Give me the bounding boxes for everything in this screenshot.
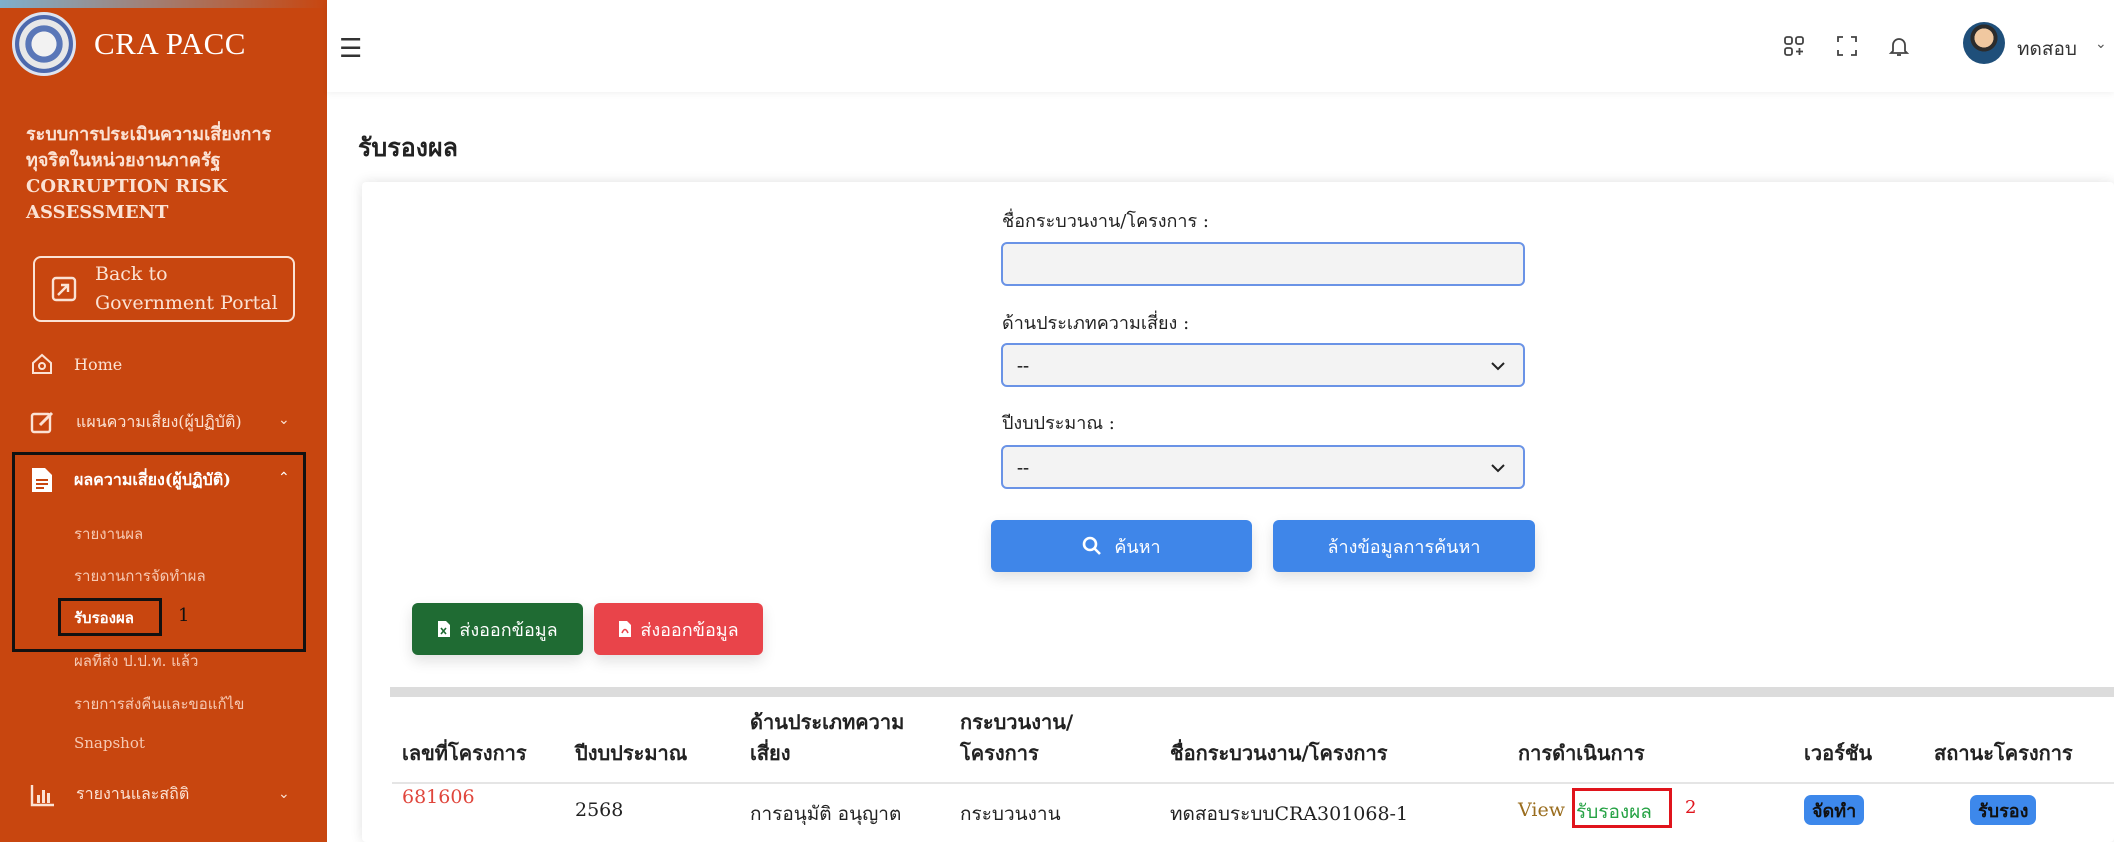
export-excel-label: ส่งออกข้อมูล: [459, 619, 558, 641]
fiscal-year-select[interactable]: --: [1001, 445, 1525, 489]
annotation-box-certify-link: [1572, 788, 1672, 828]
header-fiscal-year: ปีงบประมาณ: [575, 741, 688, 765]
project-name-input[interactable]: [1001, 242, 1525, 286]
export-pdf-label: ส่งออกข้อมูล: [640, 619, 739, 641]
pdf-file-icon: [619, 621, 632, 637]
header-process-line2: โครงการ: [960, 741, 1039, 765]
back-to-portal-line2: Government Portal: [95, 292, 278, 314]
annotation-number-1: 1: [178, 605, 190, 626]
excel-file-icon: [438, 621, 451, 637]
view-link[interactable]: View: [1518, 799, 1565, 821]
brand-name: CRA PACC: [94, 26, 246, 61]
back-to-portal-label: Back to Government Portal: [95, 260, 278, 318]
table-top-divider: [390, 687, 2114, 697]
chevron-down-icon: [1491, 362, 1505, 371]
top-bar: ☰ ทดสอบ ⌄: [327, 0, 2114, 92]
header-process-name: ชื่อกระบวนงาน/โครงการ: [1170, 741, 1388, 765]
sidebar-subitem-snapshot[interactable]: Snapshot: [74, 734, 145, 752]
sidebar-item-label: รายงานและสถิติ: [76, 784, 190, 803]
risk-type-label: ด้านประเภทความเสี่ยง :: [1002, 313, 1190, 334]
page-title: รับรองผล: [358, 133, 458, 162]
project-no-link[interactable]: 681606: [402, 786, 475, 808]
header-risk-type-line2: เสี่ยง: [750, 741, 791, 765]
export-excel-button[interactable]: ส่งออกข้อมูล: [412, 603, 583, 655]
sidebar-item-reports[interactable]: รายงานและสถิติ: [30, 782, 189, 807]
annotation-number-2: 2: [1685, 797, 1697, 818]
search-button-label: ค้นหา: [1114, 536, 1161, 558]
process-cell: กระบวนงาน: [960, 803, 1061, 825]
sidebar: CRA PACC ระบบการประเมินความเสี่ยงการทุจร…: [0, 0, 327, 842]
chevron-down-icon[interactable]: ⌄: [278, 786, 290, 802]
fiscal-year-cell: 2568: [575, 799, 624, 821]
sidebar-item-label: แผนความเสี่ยง(ผู้ปฏิบัติ): [76, 411, 242, 431]
back-to-portal-button[interactable]: Back to Government Portal: [33, 256, 295, 322]
apps-icon[interactable]: [1782, 34, 1806, 58]
table-header-divider: [392, 782, 2114, 784]
notification-bell-icon[interactable]: [1887, 34, 1911, 58]
brand[interactable]: CRA PACC: [12, 12, 246, 76]
export-pdf-button[interactable]: ส่งออกข้อมูล: [594, 603, 763, 655]
risk-type-select[interactable]: --: [1001, 343, 1525, 387]
search-icon: [1083, 536, 1102, 555]
fiscal-year-label: ปีงบประมาณ :: [1002, 413, 1115, 434]
bar-chart-icon: [30, 784, 54, 806]
logo-icon: [12, 12, 76, 76]
home-icon: [32, 353, 52, 374]
chevron-down-icon[interactable]: ⌄: [278, 412, 290, 428]
chevron-down-icon[interactable]: ⌄: [2095, 36, 2107, 52]
annotation-box-certify: [58, 598, 162, 636]
user-name[interactable]: ทดสอบ: [2017, 34, 2077, 64]
sidebar-subitem-sent-results[interactable]: ผลที่ส่ง ป.ป.ท. แล้ว: [74, 649, 198, 673]
sidebar-item-label: Home: [74, 354, 123, 374]
header-project-no: เลขที่โครงการ: [402, 741, 527, 765]
risk-type-value: --: [1017, 354, 1029, 375]
fiscal-year-value: --: [1017, 456, 1029, 477]
header-action: การดำเนินการ: [1518, 741, 1645, 765]
sidebar-item-home[interactable]: Home: [30, 352, 122, 376]
fullscreen-icon[interactable]: [1835, 34, 1859, 58]
search-button[interactable]: ค้นหา: [991, 520, 1252, 572]
chevron-down-icon: [1491, 464, 1505, 473]
risk-type-cell: การอนุมัติ อนุญาต: [750, 803, 902, 825]
system-title: ระบบการประเมินความเสี่ยงการทุจริตในหน่วย…: [26, 124, 272, 223]
header-risk-type: ด้านประเภทความ เสี่ยง: [750, 707, 904, 769]
back-to-portal-line1: Back to: [95, 263, 168, 285]
sidebar-item-risk-plan[interactable]: แผนความเสี่ยง(ผู้ปฏิบัติ): [30, 409, 242, 435]
sidebar-subitem-returned[interactable]: รายการส่งคืนและขอแก้ไข: [74, 692, 244, 716]
project-name-label: ชื่อกระบวนงาน/โครงการ :: [1002, 211, 1209, 232]
header-process: กระบวนงาน/ โครงการ: [960, 707, 1073, 769]
header-version: เวอร์ชัน: [1804, 741, 1873, 765]
header-risk-type-line1: ด้านประเภทความ: [750, 710, 905, 734]
avatar[interactable]: [1963, 22, 2005, 64]
menu-toggle-icon[interactable]: ☰: [339, 34, 362, 64]
process-name-cell: ทดสอบระบบCRA301068-1: [1170, 803, 1409, 825]
header-process-line1: กระบวนงาน/: [960, 710, 1074, 734]
edit-icon: [30, 411, 54, 434]
sidebar-top-edge: [0, 0, 327, 8]
version-badge: จัดทำ: [1804, 795, 1865, 825]
header-status: สถานะโครงการ: [1934, 741, 2073, 765]
status-badge: รับรอง: [1970, 795, 2037, 825]
clear-search-button[interactable]: ล้างข้อมูลการค้นหา: [1273, 520, 1535, 572]
external-link-icon: [51, 276, 77, 302]
